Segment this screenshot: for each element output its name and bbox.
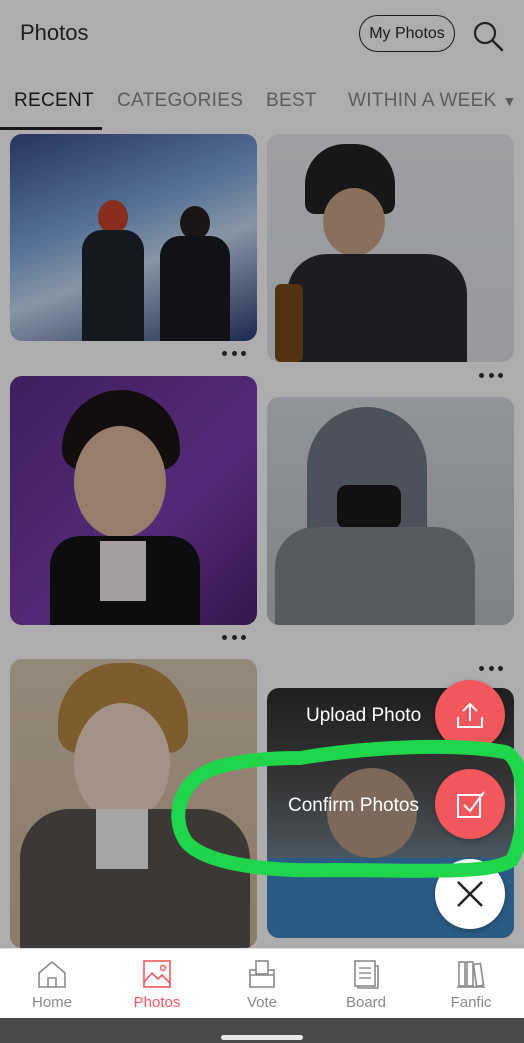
nav-home-label: Home: [31, 994, 72, 1011]
nav-fanfic-label: Fanfic: [450, 994, 492, 1011]
nav-board-label: Board: [345, 994, 387, 1011]
nav-fanfic[interactable]: Fanfic: [419, 949, 523, 1019]
nav-photos[interactable]: Photos: [105, 949, 209, 1019]
nav-vote[interactable]: Vote: [210, 949, 314, 1019]
nav-photos-label: Photos: [133, 994, 181, 1011]
nav-board[interactable]: Board: [314, 949, 418, 1019]
upload-photo-label[interactable]: Upload Photo: [306, 705, 421, 727]
nav-home[interactable]: Home: [0, 949, 104, 1019]
close-fab-button[interactable]: [435, 859, 505, 929]
home-icon: [38, 960, 66, 988]
home-gesture-handle[interactable]: [221, 1035, 303, 1040]
checkbox-icon: [457, 791, 485, 818]
close-icon: [457, 881, 483, 907]
fanfic-icon: [457, 961, 485, 988]
confirm-photos-button[interactable]: [435, 769, 505, 839]
board-icon: [354, 960, 379, 989]
photos-icon: [143, 960, 171, 988]
vote-icon: [249, 960, 275, 988]
confirm-photos-label[interactable]: Confirm Photos: [288, 795, 419, 817]
upload-photo-button[interactable]: [435, 680, 505, 750]
bottom-navigation: Home Photos Vote Board Fanfic: [0, 948, 524, 1018]
nav-vote-label: Vote: [246, 994, 278, 1011]
upload-icon: [457, 702, 483, 728]
